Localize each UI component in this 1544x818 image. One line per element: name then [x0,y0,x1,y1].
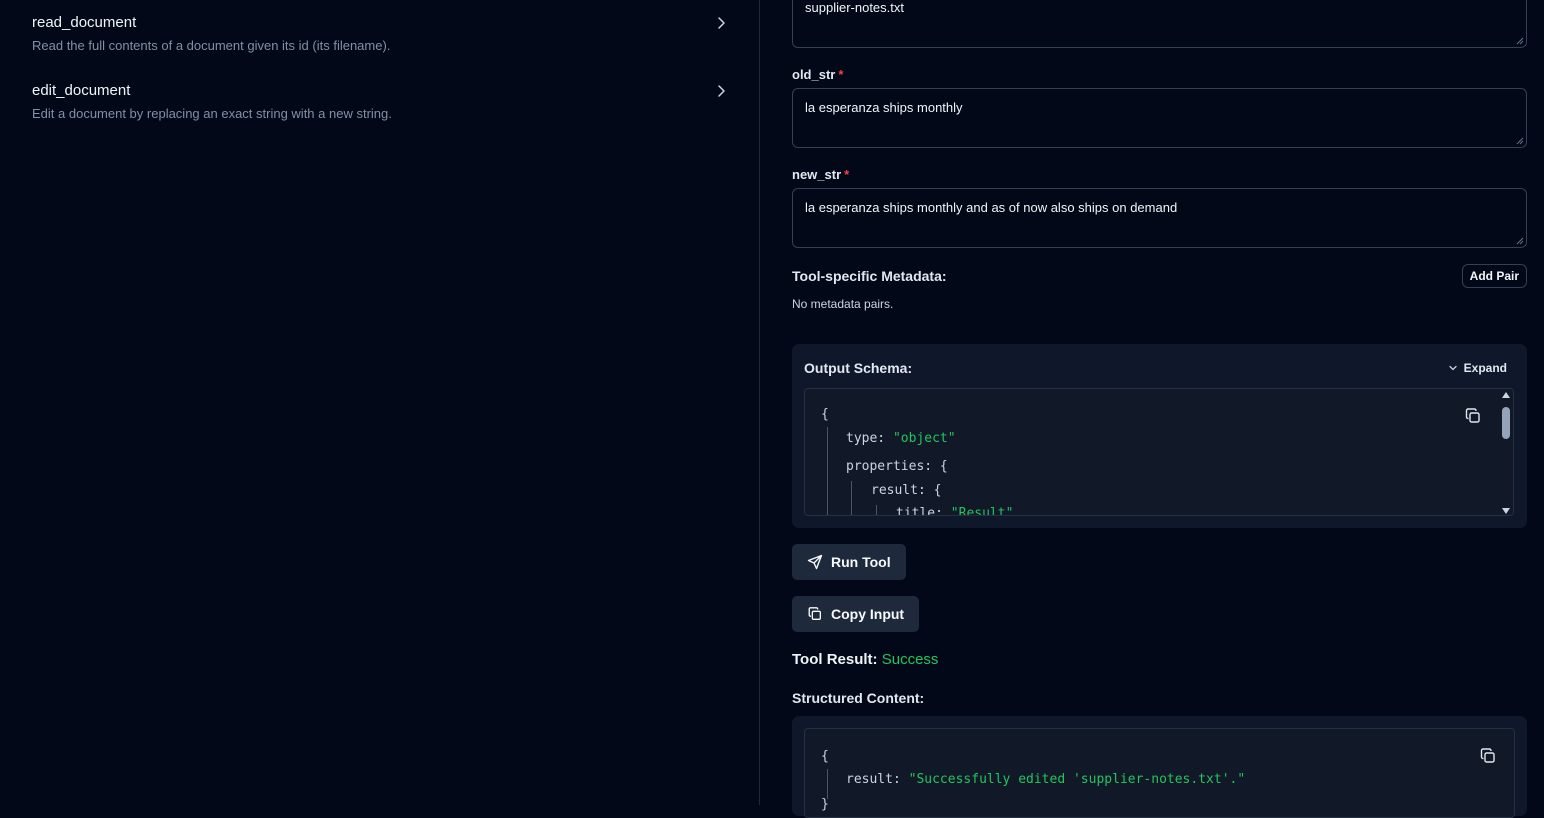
code-line: result: { [871,483,942,498]
old-str-field[interactable]: la esperanza ships monthly [792,88,1527,148]
tool-list-panel: read_document Read the full contents of … [0,0,759,805]
run-tool-label: Run Tool [831,554,891,570]
copy-input-button[interactable]: Copy Input [792,596,920,632]
structured-content-label: Structured Content: [792,690,925,706]
doc-id-value: supplier-notes.txt [805,0,904,15]
tool-description: Read the full contents of a document giv… [32,38,391,53]
new-str-label: new_str * [792,167,850,182]
code-line: { [821,407,829,422]
tool-description: Edit a document by replacing an exact st… [32,106,392,121]
expand-button[interactable]: Expand [1448,361,1507,375]
indent-guide [851,481,852,515]
send-icon [807,554,823,570]
code-line: result: "Successfully edited 'supplier-n… [846,772,1246,787]
chevron-down-icon [1449,365,1457,371]
copy-icon [808,607,821,620]
required-mark: * [844,167,850,182]
code-line: { [821,749,829,764]
scrollbar[interactable] [1499,389,1513,515]
copy-icon[interactable] [1479,747,1497,765]
run-tool-button[interactable]: Run Tool [792,544,906,580]
result-status: Success [881,651,939,668]
chevron-right-icon [713,14,729,32]
new-str-value: la esperanza ships monthly and as of now… [805,200,1178,215]
scroll-up-icon[interactable] [1502,392,1510,398]
old-str-label: old_str * [792,67,844,82]
scroll-thumb[interactable] [1502,407,1510,439]
copy-input-label: Copy Input [831,606,905,622]
indent-guide [876,505,877,515]
required-mark: * [838,67,844,82]
old-str-value: la esperanza ships monthly [805,100,963,115]
tool-name: read_document [32,14,137,31]
code-line: type: "object" [846,431,956,446]
expand-label: Expand [1463,361,1507,375]
output-schema-title: Output Schema: [804,360,913,376]
tool-detail-panel: supplier-notes.txt old_str * la esperanza… [792,0,1527,818]
metadata-label: Tool-specific Metadata: [792,268,947,284]
indent-guide [827,427,828,515]
metadata-empty-text: No metadata pairs. [792,297,894,311]
tool-item-edit-document[interactable]: edit_document Edit a document by replaci… [32,82,732,122]
resize-handle-icon[interactable] [1516,237,1524,245]
structured-content-card: { result: "Successfully edited 'supplier… [792,716,1527,818]
output-schema-card: Output Schema: Expand { type: "object" p… [792,344,1527,528]
new-str-field[interactable]: la esperanza ships monthly and as of now… [792,188,1527,248]
code-line: properties: { [846,459,948,474]
panel-divider [759,0,760,805]
chevron-right-icon [713,82,729,100]
indent-guide [827,769,828,799]
doc-id-field[interactable]: supplier-notes.txt [792,0,1527,48]
tool-item-read-document[interactable]: read_document Read the full contents of … [32,14,732,54]
scroll-down-icon[interactable] [1502,508,1510,514]
tool-name: edit_document [32,82,131,99]
code-line: title: "Result" [896,506,1014,516]
resize-handle-icon[interactable] [1516,37,1524,45]
output-schema-code[interactable]: { type: "object" properties: { result: {… [804,388,1514,516]
resize-handle-icon[interactable] [1516,137,1524,145]
copy-icon[interactable] [1464,407,1482,425]
add-pair-button[interactable]: Add Pair [1461,264,1527,288]
tool-result-heading: Tool Result: Success [792,651,939,668]
